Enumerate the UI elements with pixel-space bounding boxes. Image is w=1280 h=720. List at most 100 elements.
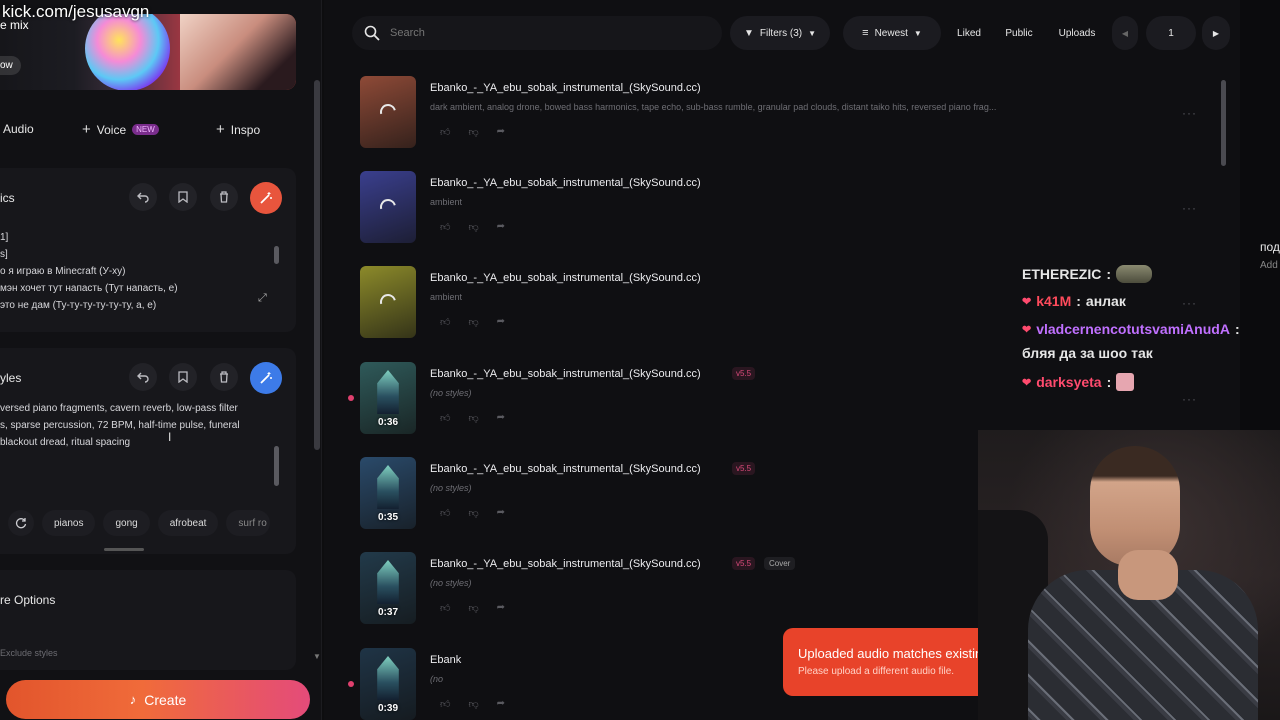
screen: kick.com/jesusavgn e mix ow Audio + Voic… (0, 0, 1280, 720)
style-chip[interactable]: surf ro (226, 510, 271, 536)
thumbs-up-icon[interactable]: 👍︎ (440, 126, 450, 138)
promo-banner[interactable]: e mix ow (0, 14, 296, 90)
next-page-button[interactable]: ▶ (1202, 16, 1230, 50)
more-options-icon[interactable]: ··· (1182, 201, 1197, 215)
undo-icon[interactable] (129, 183, 157, 211)
expand-icon[interactable]: ⤢ (258, 292, 274, 308)
thumbs-up-icon[interactable]: 👍︎ (440, 316, 450, 328)
panel-scrollbar[interactable] (314, 80, 320, 450)
thumbs-down-icon[interactable]: 👎︎ (468, 698, 478, 710)
thumbs-down-icon[interactable]: 👎︎ (468, 412, 478, 424)
exclude-styles-input[interactable]: Exclude styles (0, 648, 58, 658)
song-cover[interactable]: 0:39 (360, 648, 416, 720)
lyrics-line[interactable]: о я играю в Minecraft (У-ху) (0, 266, 126, 277)
share-icon[interactable]: ➦ (497, 221, 505, 233)
song-title[interactable]: Ebanko_-_YA_ebu_sobak_instrumental_(SkyS… (430, 463, 701, 475)
style-chip[interactable]: gong (103, 510, 150, 536)
song-cover[interactable] (360, 76, 416, 148)
thumbs-up-icon[interactable]: 👍︎ (440, 698, 450, 710)
chevron-down-icon: ▼ (808, 28, 817, 38)
share-icon[interactable]: ➦ (497, 126, 505, 138)
styles-scrollbar[interactable] (274, 446, 279, 486)
thumbs-down-icon[interactable]: 👎︎ (468, 316, 478, 328)
new-indicator (348, 681, 354, 687)
thumbs-down-icon[interactable]: 👎︎ (468, 602, 478, 614)
search-box[interactable] (352, 16, 722, 50)
share-icon[interactable]: ➦ (497, 602, 505, 614)
song-cover[interactable]: 0:36 (360, 362, 416, 434)
share-icon[interactable]: ➦ (497, 507, 505, 519)
lyrics-line[interactable]: 1] (0, 232, 8, 243)
scroll-down-icon[interactable]: ▼ (313, 652, 321, 661)
thumbs-down-icon[interactable]: 👎︎ (468, 221, 478, 233)
song-title[interactable]: Ebanko_-_YA_ebu_sobak_instrumental_(SkyS… (430, 272, 701, 284)
song-styles: (no styles) (430, 578, 472, 588)
trash-icon[interactable] (210, 183, 238, 211)
song-title[interactable]: Ebanko_-_YA_ebu_sobak_instrumental_(SkyS… (430, 82, 701, 94)
cover-art (377, 370, 399, 414)
song-cover[interactable]: 0:35 (360, 457, 416, 529)
lyrics-line[interactable]: мэн хочет тут напасть (Тут напасть, е) (0, 283, 178, 294)
thumbs-up-icon[interactable]: 👍︎ (440, 221, 450, 233)
magic-wand-icon[interactable] (250, 182, 282, 214)
song-row[interactable]: Ebanko_-_YA_ebu_sobak_instrumental_(SkyS… (360, 171, 1220, 255)
thumbs-up-icon[interactable]: 👍︎ (440, 507, 450, 519)
song-title[interactable]: Ebanko_-_YA_ebu_sobak_instrumental_(SkyS… (430, 368, 701, 380)
bookmark-icon[interactable] (169, 183, 197, 211)
styles-line[interactable]: s, sparse percussion, 72 BPM, half-time … (0, 420, 240, 431)
public-filter[interactable]: Public (996, 16, 1042, 50)
style-chip[interactable]: afrobeat (157, 510, 219, 536)
uploads-filter[interactable]: Uploads (1048, 16, 1106, 50)
styles-line[interactable]: blackout dread, ritual spacing (0, 437, 130, 448)
more-options-card[interactable]: re Options Exclude styles (0, 570, 296, 670)
plus-icon: + (216, 121, 225, 138)
song-title[interactable]: Ebank (430, 654, 461, 666)
trash-icon[interactable] (210, 363, 238, 391)
tab-inspo[interactable]: + Inspo (216, 121, 260, 138)
song-title[interactable]: Ebanko_-_YA_ebu_sobak_instrumental_(SkyS… (430, 558, 701, 570)
song-row[interactable]: Ebanko_-_YA_ebu_sobak_instrumental_(SkyS… (360, 76, 1220, 160)
magic-wand-icon[interactable] (250, 362, 282, 394)
song-actions: 👍︎ 👎︎ ➦ (440, 507, 505, 519)
tab-voice[interactable]: + Voice NEW (82, 121, 159, 138)
banner-photo (180, 14, 296, 90)
lyrics-scrollbar[interactable] (274, 246, 279, 264)
style-chip[interactable]: pianos (42, 510, 96, 536)
thumbs-down-icon[interactable]: 👎︎ (468, 126, 478, 138)
thumbs-up-icon[interactable]: 👍︎ (440, 412, 450, 424)
liked-filter[interactable]: Liked (948, 16, 990, 50)
thumbs-down-icon[interactable]: 👎︎ (468, 507, 478, 519)
list-scrollbar[interactable] (1221, 80, 1226, 166)
banner-button[interactable]: ow (0, 56, 21, 75)
styles-line[interactable]: versed piano fragments, cavern reverb, l… (0, 403, 238, 414)
chevron-down-icon: ▼ (913, 28, 922, 38)
side-text: под (1260, 240, 1280, 254)
lyrics-line[interactable]: s] (0, 249, 8, 260)
song-cover[interactable] (360, 266, 416, 338)
share-icon[interactable]: ➦ (497, 698, 505, 710)
create-button[interactable]: ♪ Create (6, 680, 310, 719)
refresh-icon[interactable] (8, 510, 34, 536)
bookmark-icon[interactable] (169, 363, 197, 391)
song-cover[interactable]: 0:37 (360, 552, 416, 624)
sort-button[interactable]: ≡ Newest ▼ (843, 16, 941, 50)
thumbs-up-icon[interactable]: 👍︎ (440, 602, 450, 614)
undo-icon[interactable] (129, 363, 157, 391)
chips-scroll-indicator[interactable] (104, 548, 144, 551)
page-number[interactable]: 1 (1146, 16, 1196, 50)
filters-button[interactable]: ▼ Filters (3) ▼ (730, 16, 830, 50)
search-input[interactable] (390, 27, 690, 39)
prev-page-button[interactable]: ◀ (1112, 16, 1138, 50)
emote-icon (1116, 373, 1135, 391)
song-title[interactable]: Ebanko_-_YA_ebu_sobak_instrumental_(SkyS… (430, 177, 701, 189)
song-cover[interactable] (360, 171, 416, 243)
share-icon[interactable]: ➦ (497, 316, 505, 328)
song-actions: 👍︎ 👎︎ ➦ (440, 602, 505, 614)
lyrics-line[interactable]: это не дам (Ту-ту-ту-ту-ту-ту, а, е) (0, 300, 156, 311)
version-badge: v5.5 (732, 462, 756, 475)
song-styles: ambient (430, 292, 463, 302)
share-icon[interactable]: ➦ (497, 412, 505, 424)
more-options-icon[interactable]: ··· (1182, 106, 1197, 120)
tab-audio[interactable]: Audio (3, 122, 34, 136)
lyrics-card: ics 1] s] о я играю в Minecraft (У-ху) м… (0, 168, 296, 332)
